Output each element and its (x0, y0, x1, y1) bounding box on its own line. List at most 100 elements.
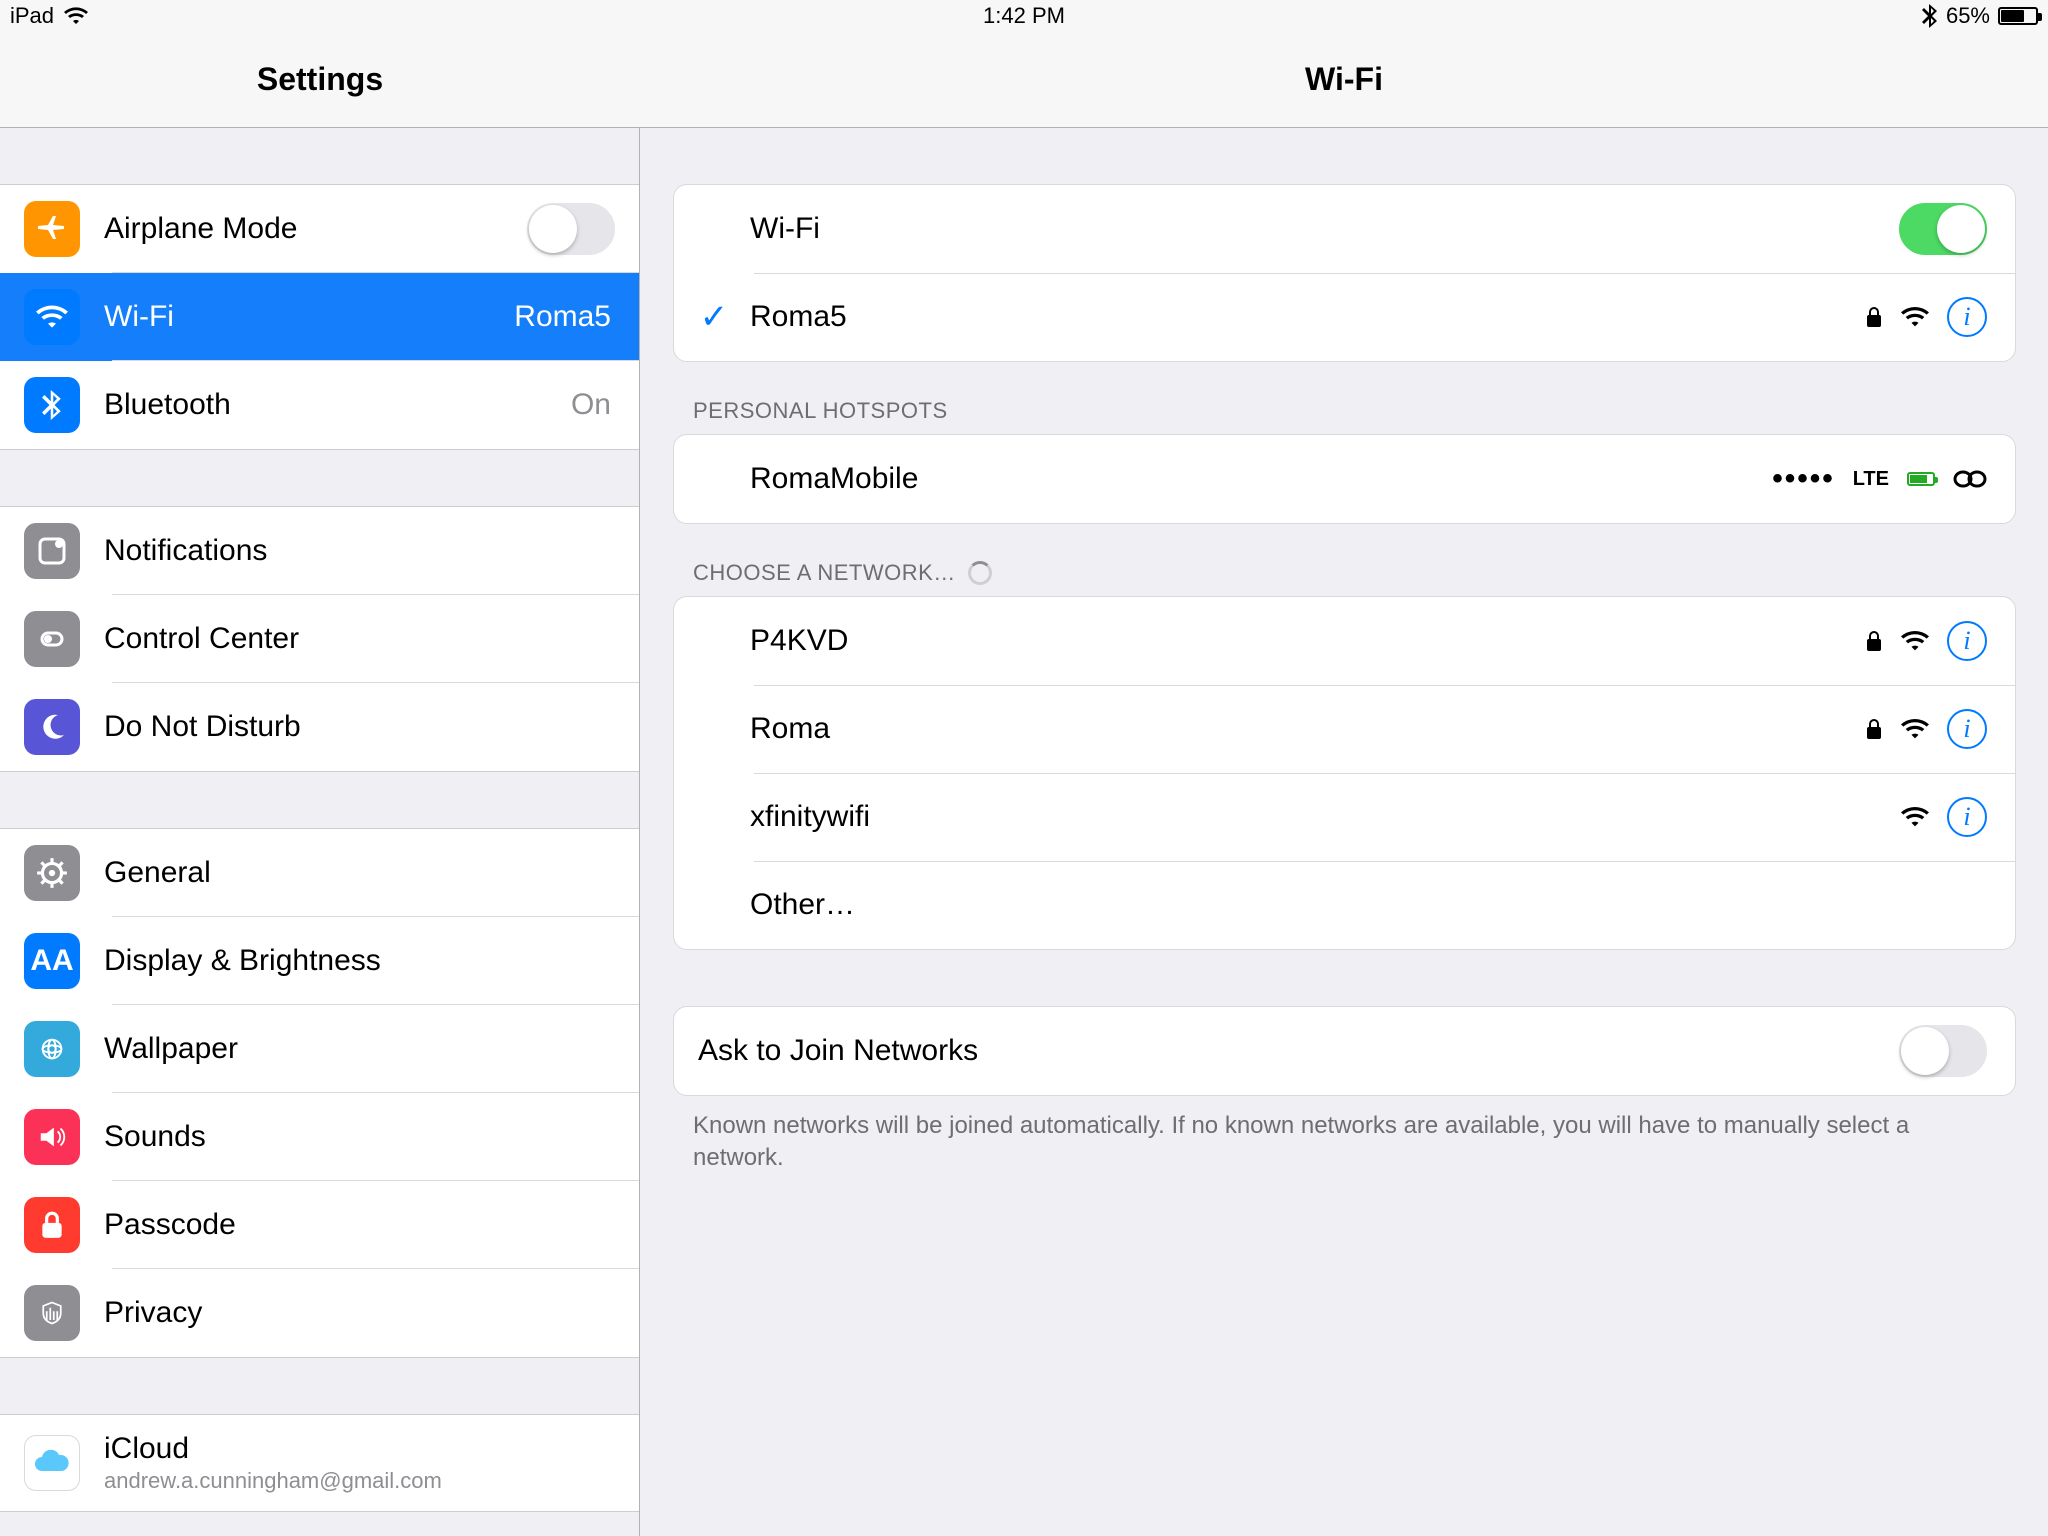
ask-to-join-row: Ask to Join Networks (674, 1007, 2015, 1095)
wallpaper-icon (24, 1021, 80, 1077)
sidebar-item-icloud[interactable]: iCloud andrew.a.cunningham@gmail.com (0, 1415, 639, 1511)
detail-title-label: Wi-Fi (1305, 61, 1383, 98)
sidebar: Airplane Mode Wi-Fi Roma5 Bluetooth On (0, 128, 640, 1536)
wifi-toggle-label: Wi-Fi (750, 212, 1899, 246)
gear-icon (24, 845, 80, 901)
network-label: Other… (750, 888, 1987, 922)
sidebar-group-system: General AA Display & Brightness Wallpape… (0, 828, 639, 1358)
airplane-icon (24, 201, 80, 257)
control-center-icon (24, 611, 80, 667)
sidebar-item-passcode[interactable]: Passcode (0, 1181, 639, 1269)
networks-panel: P4KVD i Roma i xfinitywifi i (673, 596, 2016, 950)
sidebar-item-notifications[interactable]: Notifications (0, 507, 639, 595)
display-icon: AA (24, 933, 80, 989)
wifi-signal-icon (1901, 718, 1929, 740)
detail-pane: Wi-Fi ✓ Roma5 i PERSONAL HOTSPOTS RomaMo… (641, 128, 2048, 1536)
sidebar-item-label: Display & Brightness (104, 944, 615, 978)
sidebar-item-display-brightness[interactable]: AA Display & Brightness (0, 917, 639, 1005)
network-label: P4KVD (750, 624, 1865, 658)
sidebar-item-airplane-mode[interactable]: Airplane Mode (0, 185, 639, 273)
sidebar-item-sounds[interactable]: Sounds (0, 1093, 639, 1181)
icloud-icon (24, 1435, 80, 1491)
sidebar-title-label: Settings (257, 61, 383, 98)
bluetooth-status-icon (1922, 4, 1938, 28)
sidebar-item-label: Control Center (104, 622, 615, 656)
status-bar: iPad 1:42 PM 65% (0, 0, 2048, 32)
sidebar-item-privacy[interactable]: Privacy (0, 1269, 639, 1357)
network-row[interactable]: xfinitywifi i (674, 773, 2015, 861)
chain-link-icon (1953, 468, 1987, 490)
sidebar-item-label: Wi-Fi (104, 300, 514, 334)
current-network-label: Roma5 (750, 300, 1865, 334)
moon-icon (24, 699, 80, 755)
sidebar-item-label: iCloud (104, 1432, 442, 1466)
ask-to-join-footer: Known networks will be joined automatica… (693, 1110, 1996, 1175)
info-icon[interactable]: i (1947, 709, 1987, 749)
sidebar-item-label: Sounds (104, 1120, 615, 1154)
sidebar-item-label: General (104, 856, 615, 890)
sidebar-item-label: Bluetooth (104, 388, 571, 422)
sidebar-group-icloud: iCloud andrew.a.cunningham@gmail.com (0, 1414, 639, 1512)
sidebar-title: Settings (0, 32, 640, 128)
battery-percent: 65% (1946, 3, 1990, 29)
lock-icon (24, 1197, 80, 1253)
signal-dots-icon: ••••• (1772, 462, 1835, 496)
sidebar-item-subtext: andrew.a.cunningham@gmail.com (104, 1468, 442, 1494)
hotspot-label: RomaMobile (750, 462, 1772, 496)
ask-to-join-label: Ask to Join Networks (698, 1034, 1899, 1068)
bluetooth-icon (24, 377, 80, 433)
wifi-signal-icon (1901, 630, 1929, 652)
checkmark-icon: ✓ (694, 297, 734, 337)
wifi-signal-icon (1901, 306, 1929, 328)
sidebar-item-general[interactable]: General (0, 829, 639, 917)
hotspots-header: PERSONAL HOTSPOTS (693, 398, 1996, 424)
hotspot-row[interactable]: RomaMobile ••••• LTE (674, 435, 2015, 523)
lock-icon (1865, 718, 1883, 740)
network-label: Roma (750, 712, 1865, 746)
clock: 1:42 PM (983, 3, 1065, 29)
sidebar-item-value: On (571, 388, 611, 422)
lock-icon (1865, 630, 1883, 652)
sidebar-item-label: Passcode (104, 1208, 615, 1242)
lock-icon (1865, 306, 1883, 328)
ask-to-join-panel: Ask to Join Networks (673, 1006, 2016, 1096)
battery-icon (1998, 7, 2038, 25)
wifi-icon (24, 289, 80, 345)
info-icon[interactable]: i (1947, 297, 1987, 337)
notifications-icon (24, 523, 80, 579)
sidebar-group-connectivity: Airplane Mode Wi-Fi Roma5 Bluetooth On (0, 184, 639, 450)
wifi-signal-icon (1901, 806, 1929, 828)
sidebar-item-label: Privacy (104, 1296, 615, 1330)
detail-title: Wi-Fi (640, 32, 2048, 128)
lte-badge: LTE (1853, 468, 1889, 491)
sidebar-item-bluetooth[interactable]: Bluetooth On (0, 361, 639, 449)
network-label: xfinitywifi (750, 800, 1901, 834)
sidebar-group-alerts: Notifications Control Center Do Not Dist… (0, 506, 639, 772)
info-icon[interactable]: i (1947, 797, 1987, 837)
sidebar-item-label: Airplane Mode (104, 212, 527, 246)
sidebar-item-control-center[interactable]: Control Center (0, 595, 639, 683)
network-row[interactable]: Roma i (674, 685, 2015, 773)
wifi-toggle-panel: Wi-Fi ✓ Roma5 i (673, 184, 2016, 362)
spinner-icon (968, 561, 992, 585)
privacy-icon (24, 1285, 80, 1341)
hotspot-battery-icon (1907, 472, 1935, 486)
device-label: iPad (10, 3, 54, 29)
wifi-status-icon (64, 7, 88, 25)
network-row-other[interactable]: Other… (674, 861, 2015, 949)
ask-to-join-toggle[interactable] (1899, 1025, 1987, 1077)
info-icon[interactable]: i (1947, 621, 1987, 661)
wifi-toggle-row: Wi-Fi (674, 185, 2015, 273)
sounds-icon (24, 1109, 80, 1165)
sidebar-item-do-not-disturb[interactable]: Do Not Disturb (0, 683, 639, 771)
sidebar-item-label: Wallpaper (104, 1032, 615, 1066)
sidebar-item-wallpaper[interactable]: Wallpaper (0, 1005, 639, 1093)
sidebar-item-label: Do Not Disturb (104, 710, 615, 744)
choose-network-header: CHOOSE A NETWORK… (693, 560, 1996, 586)
current-network-row[interactable]: ✓ Roma5 i (674, 273, 2015, 361)
sidebar-item-wifi[interactable]: Wi-Fi Roma5 (0, 273, 639, 361)
network-row[interactable]: P4KVD i (674, 597, 2015, 685)
sidebar-item-label: Notifications (104, 534, 615, 568)
wifi-toggle[interactable] (1899, 203, 1987, 255)
airplane-mode-toggle[interactable] (527, 203, 615, 255)
